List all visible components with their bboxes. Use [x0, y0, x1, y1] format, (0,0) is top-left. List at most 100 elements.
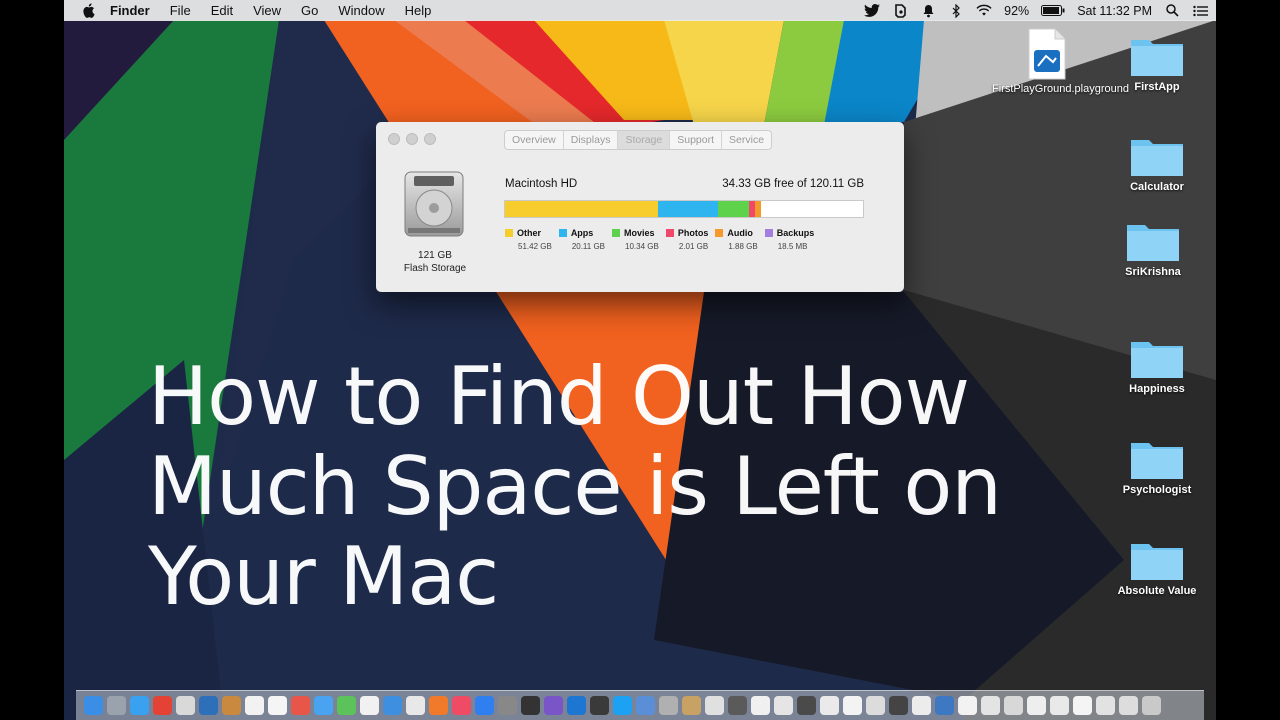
zoom-window-button[interactable]	[424, 133, 436, 145]
dock-app-icon[interactable]	[130, 696, 149, 715]
desktop-folder-psychologist[interactable]: Psychologist	[1102, 437, 1212, 497]
tab-service[interactable]: Service	[722, 131, 771, 149]
dock-app-icon[interactable]	[544, 696, 563, 715]
menu-edit[interactable]: Edit	[211, 3, 233, 18]
playground-file-label: FirstPlayGround.playground	[992, 83, 1129, 95]
legend-swatch	[558, 229, 567, 237]
dock-app-icon[interactable]	[889, 696, 908, 715]
desktop-folder-happiness[interactable]: Happiness	[1102, 336, 1212, 396]
dock-app-icon[interactable]	[705, 696, 724, 715]
window-titlebar[interactable]: Overview Displays Storage Support Servic…	[376, 122, 904, 156]
dock-app-icon[interactable]	[1027, 696, 1046, 715]
desktop-folder-firstapp[interactable]: FirstApp	[1102, 34, 1212, 94]
close-window-button[interactable]	[388, 133, 400, 145]
dock-app-icon[interactable]	[728, 696, 747, 715]
dock-app-icon[interactable]	[843, 696, 862, 715]
dock-app-icon[interactable]	[751, 696, 770, 715]
menu-go[interactable]: Go	[301, 3, 318, 18]
twitter-icon[interactable]	[864, 3, 881, 19]
dock-app-icon[interactable]	[866, 696, 885, 715]
tab-storage[interactable]: Storage	[618, 131, 671, 149]
dock-app-icon[interactable]	[337, 696, 356, 715]
dock-app-icon[interactable]	[659, 696, 678, 715]
tab-displays[interactable]: Displays	[564, 131, 619, 149]
menu-window[interactable]: Window	[338, 3, 384, 18]
dock-app-icon[interactable]	[452, 696, 471, 715]
dock-app-icon[interactable]	[981, 696, 1000, 715]
storage-segment-apps[interactable]	[658, 201, 719, 217]
trash-icon[interactable]	[1142, 696, 1161, 715]
desktop-folder-absolute-value[interactable]: Absolute Value	[1102, 538, 1212, 598]
dock-app-icon[interactable]	[222, 696, 241, 715]
bluetooth-icon[interactable]	[948, 3, 964, 19]
desktop-file-playground[interactable]: FirstPlayGround.playground	[992, 28, 1129, 96]
wifi-icon[interactable]	[976, 3, 992, 19]
storage-segment-other[interactable]	[505, 201, 659, 217]
about-this-mac-window: Overview Displays Storage Support Servic…	[376, 122, 904, 292]
menu-help[interactable]: Help	[405, 3, 432, 18]
legend-size: 1.88 GB	[728, 242, 758, 251]
desktop-folder-calculator[interactable]: Calculator	[1102, 134, 1212, 194]
apple-menu-icon[interactable]	[82, 3, 96, 19]
dock-app-icon[interactable]	[935, 696, 954, 715]
dock-app-icon[interactable]	[1119, 696, 1138, 715]
desktop-folder-srikrishna[interactable]: SriKrishna	[1098, 219, 1208, 279]
legend-item-other: Other 51.42 GB	[505, 228, 552, 251]
spotlight-search-icon[interactable]	[1164, 3, 1180, 19]
storage-segment-movies[interactable]	[718, 201, 749, 217]
dock-app-icon[interactable]	[268, 696, 287, 715]
notification-icon[interactable]	[920, 3, 936, 19]
dock-app-icon[interactable]	[958, 696, 977, 715]
evernote-icon[interactable]	[892, 3, 908, 19]
dock-app-icon[interactable]	[245, 696, 264, 715]
dock-app-icon[interactable]	[590, 696, 609, 715]
dock-app-icon[interactable]	[912, 696, 931, 715]
battery-icon[interactable]	[1041, 3, 1065, 19]
menu-view[interactable]: View	[253, 3, 281, 18]
dock-app-icon[interactable]	[636, 696, 655, 715]
dock-app-icon[interactable]	[383, 696, 402, 715]
legend-name: Movies	[624, 228, 655, 238]
dock-app-icon[interactable]	[84, 696, 103, 715]
dock-app-icon[interactable]	[360, 696, 379, 715]
dock-app-icon[interactable]	[153, 696, 172, 715]
dock-app-icon[interactable]	[521, 696, 540, 715]
dock-app-icon[interactable]	[429, 696, 448, 715]
dock-app-icon[interactable]	[107, 696, 126, 715]
notification-center-icon[interactable]	[1192, 3, 1208, 19]
dock-app-icon[interactable]	[682, 696, 701, 715]
menu-app-name[interactable]: Finder	[110, 3, 150, 18]
dock-app-icon[interactable]	[406, 696, 425, 715]
minimize-window-button[interactable]	[406, 133, 418, 145]
menu-bar: Finder File Edit View Go Window Help 92%	[64, 0, 1216, 21]
dock-app-icon[interactable]	[498, 696, 517, 715]
title-line-1: How to Find Out How	[148, 350, 970, 443]
menu-file[interactable]: File	[170, 3, 191, 18]
legend-name: Backups	[776, 228, 815, 238]
dock-app-icon[interactable]	[774, 696, 793, 715]
volume-free-space: 34.33 GB free of 120.11 GB	[722, 178, 864, 190]
tab-overview[interactable]: Overview	[505, 131, 564, 149]
storage-usage-bar[interactable]	[504, 200, 864, 218]
dock-app-icon[interactable]	[176, 696, 195, 715]
tab-support[interactable]: Support	[670, 131, 723, 149]
menu-clock[interactable]: Sat 11:32 PM	[1077, 4, 1152, 18]
volume-name: Macintosh HD	[505, 178, 578, 190]
legend-size: 20.11 GB	[571, 242, 606, 251]
dock-app-icon[interactable]	[820, 696, 839, 715]
dock-app-icon[interactable]	[291, 696, 310, 715]
dock-app-icon[interactable]	[1004, 696, 1023, 715]
dock-app-icon[interactable]	[567, 696, 586, 715]
dock-app-icon[interactable]	[613, 696, 632, 715]
storage-legend: Other 51.42 GB Apps 20.11 GB Movies 10.34 GB P…	[505, 228, 821, 251]
dock-app-icon[interactable]	[1096, 696, 1115, 715]
dock-app-icon[interactable]	[1050, 696, 1069, 715]
dock-app-icon[interactable]	[797, 696, 816, 715]
dock-app-icon[interactable]	[475, 696, 494, 715]
dock-app-icon[interactable]	[314, 696, 333, 715]
legend-size: 2.01 GB	[678, 242, 709, 251]
dock-app-icon[interactable]	[1073, 696, 1092, 715]
dock-app-icon[interactable]	[199, 696, 218, 715]
folder-label: FirstApp	[1134, 81, 1180, 93]
legend-name: Other	[517, 228, 542, 238]
